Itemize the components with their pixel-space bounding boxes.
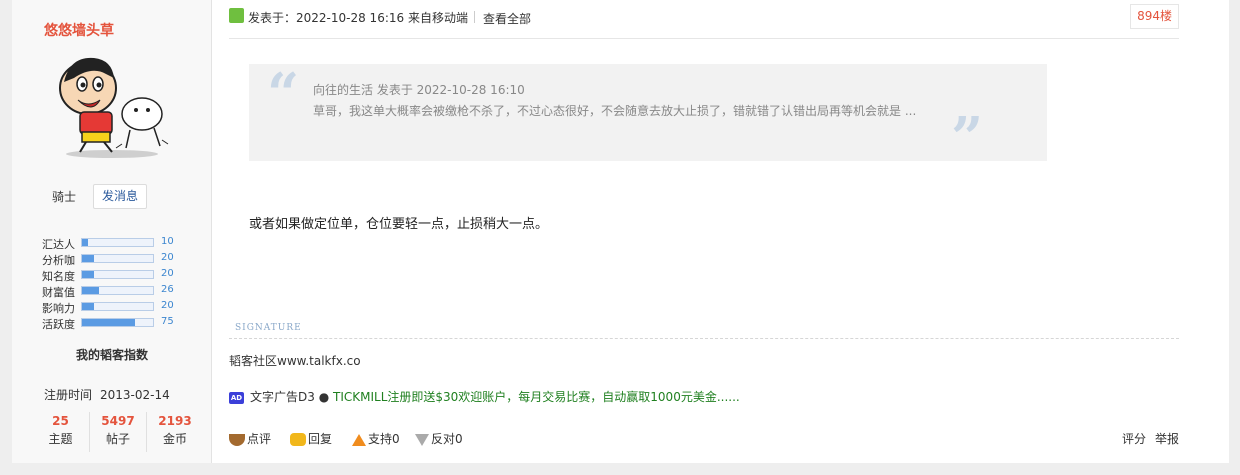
count-label: 主题 bbox=[48, 432, 73, 446]
stat-fill bbox=[82, 255, 95, 262]
stat-value: 20 bbox=[161, 300, 174, 311]
post-actions: 点评 回复 支持0 反对0 评分 举报 bbox=[229, 430, 1179, 450]
count-value: 2193 bbox=[158, 414, 192, 428]
stat-bar bbox=[81, 286, 154, 295]
stat-row: 活跃度 75 bbox=[42, 314, 192, 331]
ad-label: 文字广告D3 ● bbox=[250, 390, 330, 404]
stat-bar bbox=[81, 270, 154, 279]
user-counts: 25 主题 5497 帖子 2193 金币 bbox=[32, 412, 202, 452]
stat-value: 26 bbox=[161, 284, 174, 295]
divider bbox=[474, 11, 475, 23]
avatar[interactable] bbox=[52, 48, 172, 160]
support-label: 支持0 bbox=[368, 432, 400, 446]
quote-body: 草哥，我这单大概率会被缴枪不杀了，不过心态很好，不会随意去放大止损了，错就错了认… bbox=[313, 104, 917, 118]
count-coins[interactable]: 2193 金币 bbox=[146, 412, 203, 452]
signature-text: 韬客社区www.talkfx.co bbox=[229, 354, 361, 368]
post-content: 或者如果做定位单，仓位要轻一点，止损稍大一点。 bbox=[249, 217, 549, 232]
stat-row: 汇达人 10 bbox=[42, 234, 192, 251]
speech-bubble-icon bbox=[290, 433, 306, 446]
report-button[interactable]: 举报 bbox=[1155, 430, 1179, 448]
rate-button[interactable]: 评分 bbox=[1122, 430, 1146, 448]
post-main: 发表于：2022-10-28 16:16 来自移动端 查看全部 894楼 “ 向… bbox=[213, 0, 1229, 463]
stat-value: 20 bbox=[161, 252, 174, 263]
send-message-button[interactable]: 发消息 bbox=[93, 184, 147, 209]
stat-bar bbox=[81, 318, 154, 327]
ad-icon: AD bbox=[229, 391, 244, 404]
count-value: 25 bbox=[52, 414, 69, 428]
stat-bar bbox=[81, 238, 154, 247]
post-header: 发表于：2022-10-28 16:16 来自移动端 查看全部 894楼 bbox=[229, 0, 1179, 39]
support-button[interactable]: 支持0 bbox=[352, 430, 400, 448]
text-ad: AD 文字广告D3 ● TICKMILL注册即送$30欢迎账户，每月交易比赛，自动… bbox=[229, 388, 740, 405]
user-rank: 骑士 bbox=[52, 190, 77, 204]
registered-date: 2013-02-14 bbox=[100, 388, 170, 402]
registration-info: 注册时间 2013-02-14 bbox=[44, 386, 170, 403]
oppose-button[interactable]: 反对0 bbox=[415, 430, 463, 448]
talkfx-index-stats: 汇达人 10 分析咖 20 知名度 20 财富值 26 影响力 20 活跃度 7… bbox=[42, 234, 192, 331]
comment-label: 点评 bbox=[247, 432, 272, 446]
reply-label: 回复 bbox=[308, 432, 333, 446]
signature-label: SIGNATURE bbox=[235, 323, 302, 333]
comment-button[interactable]: 点评 bbox=[229, 430, 271, 448]
online-status-icon bbox=[229, 8, 244, 23]
count-label: 帖子 bbox=[105, 432, 130, 446]
stat-label: 活跃度 bbox=[42, 318, 75, 331]
signature-divider bbox=[229, 338, 1179, 339]
stat-row: 影响力 20 bbox=[42, 298, 192, 315]
quote-header: 向往的生活 发表于 2022-10-28 16:10 bbox=[313, 83, 525, 97]
registered-label: 注册时间 bbox=[44, 388, 93, 402]
view-all-link[interactable]: 查看全部 bbox=[483, 10, 531, 27]
stat-value: 75 bbox=[161, 316, 174, 327]
index-title[interactable]: 我的韬客指数 bbox=[12, 346, 212, 363]
quoted-post: “ 向往的生活 发表于 2022-10-28 16:10 草哥，我这单大概率会被… bbox=[249, 61, 1047, 168]
stat-fill bbox=[82, 287, 100, 294]
floor-number[interactable]: 894楼 bbox=[1130, 4, 1179, 29]
stat-row: 知名度 20 bbox=[42, 266, 192, 283]
stat-row: 分析咖 20 bbox=[42, 250, 192, 267]
stat-fill bbox=[82, 239, 88, 246]
author-sidebar: 悠悠墙头草 骑士 发消息 汇达人 10 分析咖 20 知名度 20 财富值 26… bbox=[12, 0, 212, 463]
count-value: 5497 bbox=[101, 414, 135, 428]
stat-value: 20 bbox=[161, 268, 174, 279]
ad-link[interactable]: TICKMILL注册即送$30欢迎账户，每月交易比赛，自动赢取1000元美金..… bbox=[333, 390, 740, 404]
stat-bar bbox=[81, 302, 154, 311]
stat-fill bbox=[82, 271, 95, 278]
quote-text: 向往的生活 发表于 2022-10-28 16:10 草哥，我这单大概率会被缴枪… bbox=[313, 80, 923, 122]
stat-value: 10 bbox=[161, 236, 174, 247]
stat-bar bbox=[81, 254, 154, 263]
coffee-cup-icon bbox=[229, 433, 245, 446]
post-container: 悠悠墙头草 骑士 发消息 汇达人 10 分析咖 20 知名度 20 财富值 26… bbox=[12, 0, 1229, 463]
author-name[interactable]: 悠悠墙头草 bbox=[44, 20, 114, 40]
count-posts[interactable]: 5497 帖子 bbox=[89, 412, 146, 452]
count-topics[interactable]: 25 主题 bbox=[32, 412, 89, 452]
stat-fill bbox=[82, 303, 95, 310]
stat-row: 财富值 26 bbox=[42, 282, 192, 299]
post-timestamp: 发表于：2022-10-28 16:16 来自移动端 bbox=[248, 11, 468, 25]
close-quote-icon: ” bbox=[951, 105, 984, 171]
stat-fill bbox=[82, 319, 136, 326]
reply-button[interactable]: 回复 bbox=[290, 430, 332, 448]
count-label: 金币 bbox=[162, 432, 187, 446]
arrow-up-icon bbox=[352, 433, 366, 446]
oppose-label: 反对0 bbox=[431, 432, 463, 446]
open-quote-icon: “ bbox=[267, 61, 300, 127]
arrow-down-icon bbox=[415, 433, 429, 446]
